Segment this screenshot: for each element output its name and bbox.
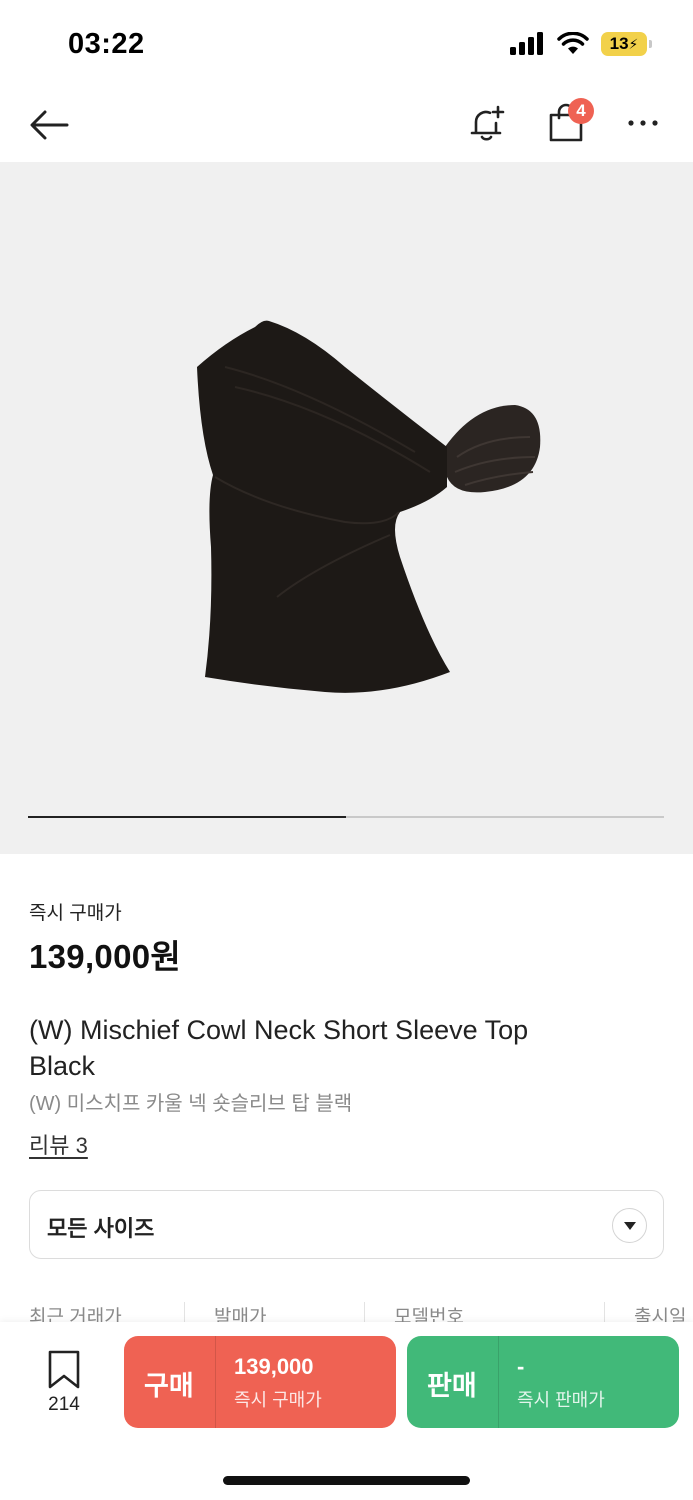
product-photo — [197, 320, 541, 693]
product-image-gallery[interactable] — [0, 162, 693, 854]
bottom-action-bar: 214 구매 139,000 즉시 구매가 판매 - 즉시 판매가 — [0, 1322, 693, 1500]
status-indicators: 13 ⚡ — [509, 32, 652, 56]
notification-subscribe-button[interactable] — [464, 100, 510, 146]
more-dots-icon — [628, 120, 658, 126]
bookmark-icon — [48, 1350, 80, 1389]
buy-button[interactable]: 구매 139,000 즉시 구매가 — [124, 1336, 396, 1428]
status-bar: 03:22 13 ⚡ — [0, 0, 693, 90]
back-button[interactable] — [26, 102, 72, 148]
buy-button-divider — [215, 1336, 216, 1428]
sell-button[interactable]: 판매 - 즉시 판매가 — [407, 1336, 679, 1428]
arrow-left-icon — [30, 110, 69, 140]
product-subtitle: (W) 미스치프 카울 넥 숏슬리브 탑 블랙 — [29, 1093, 353, 1115]
home-indicator — [223, 1476, 470, 1485]
instant-buy-price: 139,000원 — [29, 938, 182, 975]
wishlist-button[interactable]: 214 — [36, 1350, 92, 1416]
buy-button-caption: 즉시 구매가 — [234, 1390, 322, 1410]
wishlist-count: 214 — [48, 1394, 80, 1415]
battery-level: 13 — [609, 34, 629, 53]
sell-button-price: - — [517, 1354, 525, 1379]
product-title: (W) Mischief Cowl Neck Short Sleeve Top … — [29, 1015, 529, 1081]
sell-button-divider — [498, 1336, 499, 1428]
bell-plus-icon — [470, 105, 505, 141]
charging-bolt-icon: ⚡ — [628, 35, 639, 52]
carousel-progress — [28, 816, 346, 818]
status-time: 03:22 — [68, 28, 145, 60]
size-dropdown-toggle[interactable] — [612, 1208, 647, 1243]
cellular-signal-icon — [510, 32, 543, 55]
buy-button-label: 구매 — [144, 1371, 194, 1401]
top-navigation: 4 — [0, 90, 693, 160]
cart-count-badge: 4 — [568, 98, 594, 124]
sell-button-label: 판매 — [427, 1371, 477, 1401]
instant-buy-price-label: 즉시 구매가 — [29, 903, 122, 924]
size-selector-value: 모든 사이즈 — [47, 1216, 155, 1241]
cart-button[interactable]: 4 — [542, 98, 594, 146]
caret-down-icon — [623, 1221, 636, 1230]
size-selector[interactable]: 모든 사이즈 — [29, 1190, 664, 1259]
more-options-button[interactable] — [620, 100, 666, 146]
battery-icon: 13 ⚡ — [601, 32, 652, 56]
review-link[interactable]: 리뷰 3 — [29, 1128, 88, 1160]
image-carousel-indicator — [28, 816, 664, 818]
buy-button-price: 139,000 — [234, 1354, 314, 1379]
wifi-icon — [557, 32, 589, 54]
sell-button-caption: 즉시 판매가 — [517, 1390, 605, 1410]
